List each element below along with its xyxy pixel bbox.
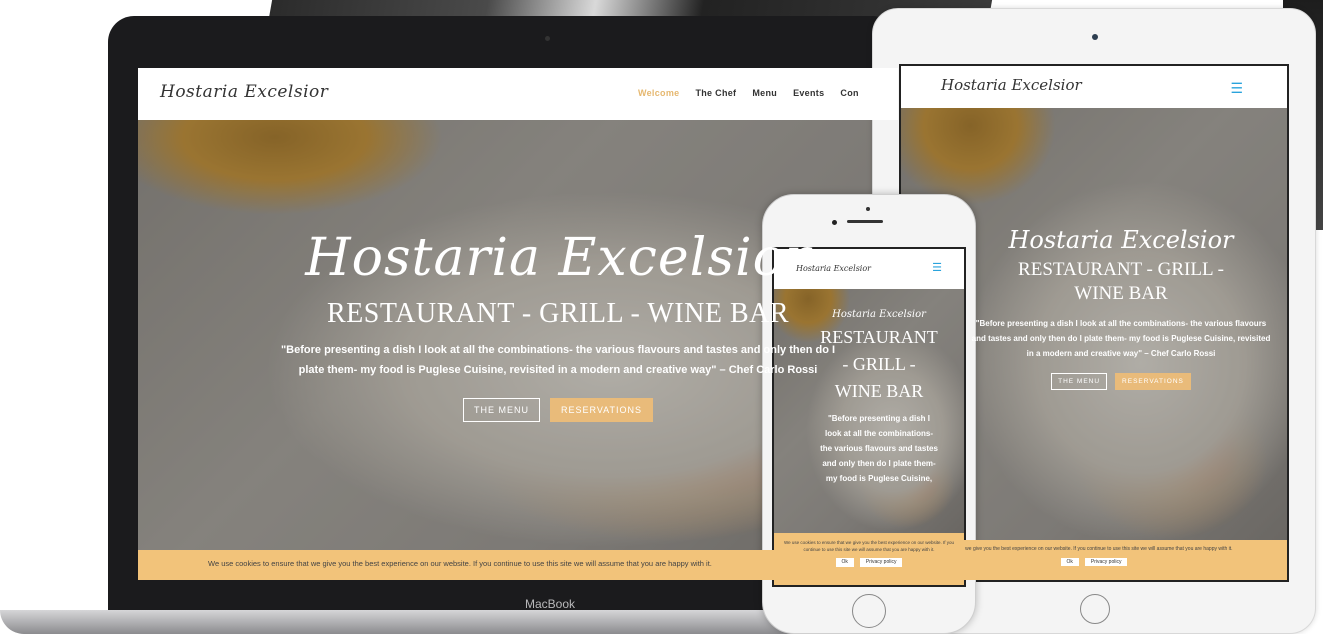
hero-quote-tablet: "Before presenting a dish I look at all …	[971, 319, 1271, 358]
cookie-text-phone: We use cookies to ensure that we give yo…	[783, 540, 954, 552]
the-menu-button[interactable]: THE MENU	[462, 398, 540, 422]
hero-content: Hostaria Excelsior RESTAURANT - GRILL - …	[278, 228, 838, 422]
site-header: Hostaria Excelsior Welcome The Chef Menu…	[138, 68, 898, 120]
hero-buttons-tablet: THE MENU RESERVATIONS	[971, 373, 1271, 390]
tablet-camera	[1092, 34, 1098, 40]
nav-item-events[interactable]: Events	[793, 88, 824, 98]
tablet-home-button	[1080, 594, 1110, 624]
hero-title: Hostaria Excelsior	[305, 228, 811, 288]
hero-tagline-phone-line1: RESTAURANT	[820, 327, 938, 347]
cookie-ok-button-tablet[interactable]: Ok	[1060, 558, 1079, 566]
site-header-phone: Hostaria Excelsior ☰	[774, 249, 964, 289]
laptop-brand-label: MacBook	[524, 597, 576, 611]
hero-quote: "Before presenting a dish I look at all …	[280, 344, 836, 376]
phone-home-button	[852, 594, 886, 628]
nav-item-welcome[interactable]: Welcome	[638, 88, 679, 98]
nav-item-chef[interactable]: The Chef	[695, 88, 736, 98]
hamburger-icon[interactable]: ☰	[1230, 80, 1243, 97]
hero-quote-phone: "Before presenting a dish I look at all …	[820, 414, 938, 483]
phone-sensor	[866, 207, 870, 211]
nav-item-contact[interactable]: Con	[840, 88, 858, 98]
cookie-ok-button-phone[interactable]: Ok	[835, 558, 854, 567]
nav-item-menu[interactable]: Menu	[752, 88, 777, 98]
hero-tagline: RESTAURANT - GRILL - WINE BAR	[326, 298, 790, 329]
site-logo-tablet[interactable]: Hostaria Excelsior	[941, 76, 1082, 94]
hero-tagline-phone-line3: WINE BAR	[834, 381, 924, 401]
cookie-buttons-phone: Ok Privacy policy	[782, 558, 956, 567]
hero-content-phone: Hostaria Excelsior RESTAURANT - GRILL - …	[804, 309, 954, 486]
laptop-camera	[545, 36, 550, 41]
hero-buttons: THE MENU RESERVATIONS	[278, 398, 838, 422]
hero-tagline-tablet-line1: RESTAURANT - GRILL -	[1018, 259, 1224, 280]
cookie-banner-phone: We use cookies to ensure that we give yo…	[774, 533, 964, 585]
hero-title-tablet: Hostaria Excelsior	[1008, 226, 1234, 254]
site-logo[interactable]: Hostaria Excelsior	[160, 82, 328, 102]
site-header-tablet: Hostaria Excelsior ☰	[901, 66, 1287, 108]
main-nav: Welcome The Chef Menu Events Con	[638, 88, 859, 98]
site-logo-phone[interactable]: Hostaria Excelsior	[796, 264, 871, 273]
cookie-privacy-button-tablet[interactable]: Privacy policy	[1084, 558, 1128, 566]
hero-tagline-tablet-line2: WINE BAR	[1074, 283, 1168, 304]
hero-tagline-phone-line2: - GRILL -	[842, 354, 916, 374]
hero-title-phone: Hostaria Excelsior	[832, 309, 926, 320]
hero-content-tablet: Hostaria Excelsior RESTAURANT - GRILL - …	[971, 226, 1271, 390]
the-menu-button-tablet[interactable]: THE MENU	[1051, 373, 1108, 390]
hamburger-icon[interactable]: ☰	[932, 261, 942, 274]
cookie-privacy-button-phone[interactable]: Privacy policy	[859, 558, 903, 567]
phone-camera	[832, 220, 837, 225]
phone-speaker	[847, 220, 883, 223]
reservations-button-tablet[interactable]: RESERVATIONS	[1115, 373, 1191, 390]
reservations-button[interactable]: RESERVATIONS	[549, 398, 654, 422]
